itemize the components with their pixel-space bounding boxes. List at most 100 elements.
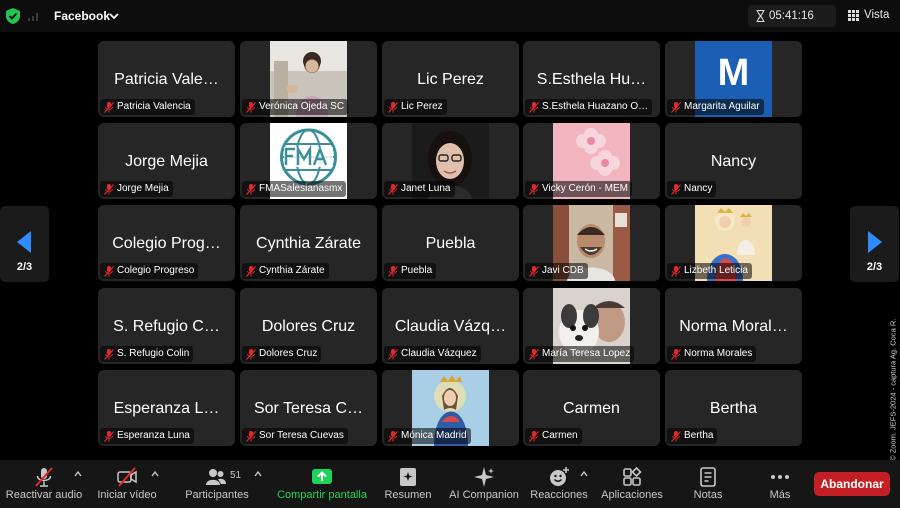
participant-label: Bertha (667, 428, 718, 444)
participant-display-name: Nancy (710, 153, 757, 170)
participant-label: María Teresa Lopez (525, 346, 635, 362)
participant-label: Mónica Madrid (384, 428, 471, 444)
participant-display-name: Colegio Prog… (112, 235, 221, 252)
ai-companion-button[interactable]: AI Companion (446, 460, 522, 508)
participant-tile[interactable]: Dolores Cruz Dolores Cruz (240, 288, 377, 364)
emoji-icon (550, 467, 569, 486)
muted-mic-icon (104, 349, 114, 360)
unmute-audio-label: Reactivar audio (5, 489, 83, 501)
chevron-up-icon[interactable] (254, 470, 262, 478)
notes-label: Notas (693, 489, 723, 501)
muted-mic-icon (388, 266, 398, 277)
participant-display-name: Sor Teresa C… (253, 400, 364, 417)
participant-label: Margarita Aguilar (667, 99, 764, 115)
participant-tile[interactable]: Norma Moral… Norma Morales (665, 288, 802, 364)
participant-tile[interactable]: S. Refugio C… S. Refugio Colin (98, 288, 235, 364)
muted-mic-icon (671, 349, 681, 360)
participants-button[interactable]: Participantes (182, 460, 252, 508)
participant-tile[interactable]: Lizbeth Leticia (665, 205, 802, 281)
muted-mic-icon (388, 349, 398, 360)
participant-label: Puebla (384, 263, 437, 279)
previous-page-button[interactable]: 2/3 (0, 206, 49, 282)
more-button[interactable]: Más (758, 460, 802, 508)
participant-tile[interactable]: Cynthia Zárate Cynthia Zárate (240, 205, 377, 281)
participant-display-name: Carmen (563, 400, 620, 417)
participant-label: Verónica Ojeda SC (242, 99, 349, 115)
chevron-down-icon[interactable] (108, 10, 120, 22)
meeting-timer: 05:41:16 (748, 5, 836, 27)
reactions-label: Reacciones (530, 489, 588, 501)
participant-tile[interactable]: Mónica Madrid (382, 370, 519, 446)
participant-tile[interactable]: Javi CDB (523, 205, 660, 281)
notes-button[interactable]: Notas (684, 460, 732, 508)
summary-button[interactable]: Resumen (380, 460, 436, 508)
participant-tile[interactable]: FMASalesianasmx (240, 123, 377, 199)
muted-mic-icon (529, 102, 539, 113)
page-indicator: 2/3 (16, 261, 33, 273)
participant-label: Cynthia Zárate (242, 263, 329, 279)
unmute-audio-button[interactable]: Reactivar audio (4, 460, 84, 508)
muted-mic-icon (246, 266, 256, 277)
chevron-up-icon[interactable] (151, 470, 159, 478)
participants-label: Participantes (185, 489, 249, 501)
gallery-grid: Patricia Vale… Patricia Valencia Verónic… (98, 41, 802, 447)
participant-label: Norma Morales (667, 346, 757, 362)
participant-tile[interactable]: Verónica Ojeda SC (240, 41, 377, 117)
participant-tile[interactable]: Lic Perez Lic Perez (382, 41, 519, 117)
participant-tile[interactable]: M Margarita Aguilar (665, 41, 802, 117)
muted-mic-icon (104, 184, 114, 195)
meeting-name[interactable]: Facebook (54, 9, 110, 23)
participant-tile[interactable]: Jorge Mejia Jorge Mejia (98, 123, 235, 199)
grid-view-icon (848, 10, 859, 21)
sparkle-icon (474, 467, 494, 487)
participant-display-name: S.Esthela Hu… (536, 71, 647, 88)
muted-mic-icon (671, 102, 681, 113)
participant-tile[interactable]: Janet Luna (382, 123, 519, 199)
participant-display-name: Cynthia Zárate (256, 235, 361, 252)
muted-mic-icon (529, 431, 539, 442)
reactions-button[interactable]: Reacciones (528, 460, 590, 508)
participant-tile[interactable]: Nancy Nancy (665, 123, 802, 199)
participant-tile[interactable]: Patricia Vale… Patricia Valencia (98, 41, 235, 117)
muted-mic-icon (529, 349, 539, 360)
apps-button[interactable]: Aplicaciones (598, 460, 666, 508)
arrow-right-icon (868, 231, 882, 253)
muted-mic-icon (246, 102, 256, 113)
participant-tile[interactable]: María Teresa Lopez (523, 288, 660, 364)
participant-label: Sor Teresa Cuevas (242, 428, 348, 444)
chevron-up-icon[interactable] (74, 470, 82, 478)
video-off-icon (117, 467, 137, 487)
participant-label: Claudia Vázquez (384, 346, 481, 362)
participant-tile[interactable]: Puebla Puebla (382, 205, 519, 281)
participant-display-name: Dolores Cruz (261, 318, 356, 335)
muted-mic-icon (35, 467, 53, 487)
arrow-left-icon (17, 231, 31, 253)
participant-tile[interactable]: Claudia Vázq… Claudia Vázquez (382, 288, 519, 364)
participant-display-name: Jorge Mejia (125, 153, 208, 170)
participant-display-name: Lic Perez (417, 71, 484, 88)
participant-tile[interactable]: Vicky Cerón - MEM (523, 123, 660, 199)
muted-mic-icon (671, 184, 681, 195)
start-video-button[interactable]: Iniciar vídeo (94, 460, 160, 508)
encryption-shield-icon[interactable] (6, 8, 20, 24)
page-indicator: 2/3 (866, 261, 883, 273)
avatar-letter: M (717, 51, 750, 94)
participant-tile[interactable]: Carmen Carmen (523, 370, 660, 446)
participant-tile[interactable]: Colegio Prog… Colegio Progreso (98, 205, 235, 281)
connection-signal-icon[interactable] (28, 11, 40, 21)
muted-mic-icon (671, 431, 681, 442)
participant-tile[interactable]: S.Esthela Hu… S.Esthela Huazano O… (523, 41, 660, 117)
share-screen-button[interactable]: Compartir pantalla (274, 460, 370, 508)
muted-mic-icon (246, 431, 256, 442)
participants-count: 51 (230, 470, 242, 481)
leave-meeting-button[interactable]: Abandonar (814, 472, 890, 496)
chevron-up-icon[interactable] (580, 470, 588, 478)
bottom-toolbar: Reactivar audio Iniciar vídeo Participan… (0, 460, 900, 508)
participant-tile[interactable]: Sor Teresa C… Sor Teresa Cuevas (240, 370, 377, 446)
ai-companion-label: AI Companion (449, 489, 519, 501)
next-page-button[interactable]: 2/3 (850, 206, 899, 282)
participant-tile[interactable]: Bertha Bertha (665, 370, 802, 446)
participant-tile[interactable]: Esperanza L… Esperanza Luna (98, 370, 235, 446)
timer-text: 05:41:16 (769, 10, 814, 22)
participant-label: Vicky Cerón - MEM (525, 181, 632, 197)
